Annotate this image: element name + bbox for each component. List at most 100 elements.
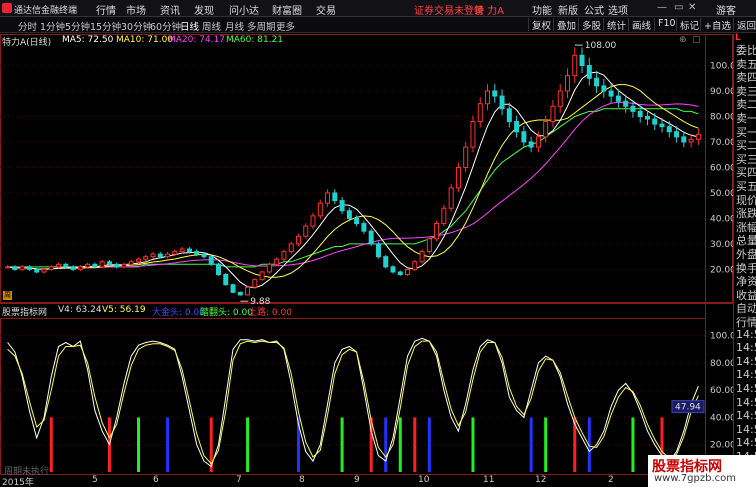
date-label: 10 <box>418 475 430 485</box>
candle-body <box>179 248 185 253</box>
candle-body <box>223 274 229 286</box>
signal-bar-green <box>544 417 548 472</box>
side-panel-item[interactable]: 14:5 <box>736 436 756 449</box>
candle-body <box>586 64 592 79</box>
candle-body <box>34 268 40 273</box>
candle-body <box>681 136 687 143</box>
date-label: 11 <box>483 475 495 485</box>
candle-body <box>346 210 352 219</box>
indicator-panel-frame <box>0 318 706 475</box>
candle-body <box>615 95 621 102</box>
candle-body <box>514 121 520 133</box>
chart-canvas[interactable]: 100.090.0080.0070.0060.0050.0040.0030.00… <box>0 0 756 487</box>
date-axis: 2015年 5 6 7 8 9 10 11 12 2 3 <box>0 475 705 487</box>
candle-body <box>325 192 331 204</box>
side-panel-item[interactable]: 14:5 <box>736 423 756 436</box>
candle-body <box>41 268 47 273</box>
candle-body <box>666 126 672 133</box>
side-panel-item[interactable]: 14:5 <box>736 355 756 368</box>
signal-bar-green <box>246 417 250 472</box>
candle-body <box>354 217 360 225</box>
candle-body <box>368 230 374 245</box>
signal-bar-green <box>137 417 141 472</box>
candle-body <box>405 268 411 276</box>
candle-body <box>259 271 265 281</box>
candle-body <box>281 251 287 260</box>
candle-body <box>92 263 98 268</box>
candle-body <box>448 187 454 209</box>
date-label: 8 <box>299 475 305 485</box>
candle-body <box>157 253 163 258</box>
candle-body <box>470 121 476 148</box>
candle-body <box>659 123 665 128</box>
side-panel-item[interactable]: 14:5 <box>736 409 756 422</box>
date-label: 5 <box>92 475 98 485</box>
candle-body <box>12 266 18 270</box>
watermark-url: www.7gpzb.com <box>654 473 736 484</box>
candle-body <box>463 146 469 168</box>
candle-body <box>186 248 192 253</box>
quote-side-panel: L 委比 卖五 卖四 卖三 卖二 卖一 买一 买二 买三 买四 买五 现价 涨跌 涨幅 总量 外盘 换手 净资 收益… <box>733 33 756 487</box>
candle-body <box>194 251 200 255</box>
candle-body <box>85 263 91 268</box>
date-label: 2 <box>608 475 614 485</box>
side-panel-item[interactable]: 14:5 <box>736 341 756 354</box>
candle-body <box>295 235 301 245</box>
candle-body <box>695 133 701 140</box>
candle-body <box>630 105 636 112</box>
candle-body <box>688 138 694 143</box>
side-panel-item[interactable]: 14:5 <box>736 368 756 381</box>
v5-line <box>7 340 699 465</box>
candle-body <box>150 253 156 258</box>
candle-body <box>637 110 643 117</box>
side-panel-item[interactable]: 14:5 <box>736 328 756 341</box>
candle-body <box>557 90 563 107</box>
candle-body <box>434 223 440 240</box>
candle-body <box>390 266 396 273</box>
signal-bar-blue <box>166 417 170 472</box>
signal-bar-green <box>340 417 344 472</box>
current-value-label: 47.94 <box>675 403 701 413</box>
candle-body <box>419 251 425 263</box>
low-price-label: 9.88 <box>250 297 270 307</box>
candle-body <box>426 238 432 253</box>
watermark: 股票指标网 www.7gpzb.com <box>648 455 756 487</box>
date-label: 2015年 <box>2 478 34 487</box>
ma60-line <box>7 108 699 268</box>
candle-body <box>252 279 258 288</box>
candle-body <box>56 263 62 268</box>
candle-body <box>165 253 171 258</box>
candle-body <box>361 223 367 232</box>
candle-body <box>339 200 345 212</box>
candle-body <box>172 251 178 255</box>
candle-body <box>215 263 221 276</box>
candle-body <box>492 90 498 97</box>
signal-bar-red <box>49 417 53 472</box>
period-marker-icon[interactable]: 周 <box>3 291 12 300</box>
candle-body <box>99 261 105 268</box>
candle-body <box>26 266 32 270</box>
candle-body <box>477 103 483 123</box>
candle-body <box>63 263 69 268</box>
candle-body <box>572 54 578 77</box>
candle-body <box>412 261 418 270</box>
candle-body <box>601 85 607 92</box>
candle-body <box>623 100 629 107</box>
candle-body <box>237 291 243 296</box>
candle-body <box>441 207 447 225</box>
signal-bar-blue <box>384 417 388 472</box>
candle-body <box>485 90 491 105</box>
candle-body <box>136 258 142 263</box>
candle-body <box>303 225 309 237</box>
side-panel-item[interactable]: 14:5 <box>736 396 756 409</box>
date-label: 6 <box>153 475 159 485</box>
candle-body <box>564 75 570 92</box>
ma5-line <box>7 71 699 289</box>
high-price-label: 108.00 <box>585 41 617 51</box>
side-panel-item[interactable]: 14:5 <box>736 382 756 395</box>
candle-body <box>5 266 11 269</box>
candle-body <box>506 108 512 123</box>
candle-body <box>121 263 127 268</box>
candle-body <box>383 256 389 268</box>
candle-body <box>143 256 149 260</box>
